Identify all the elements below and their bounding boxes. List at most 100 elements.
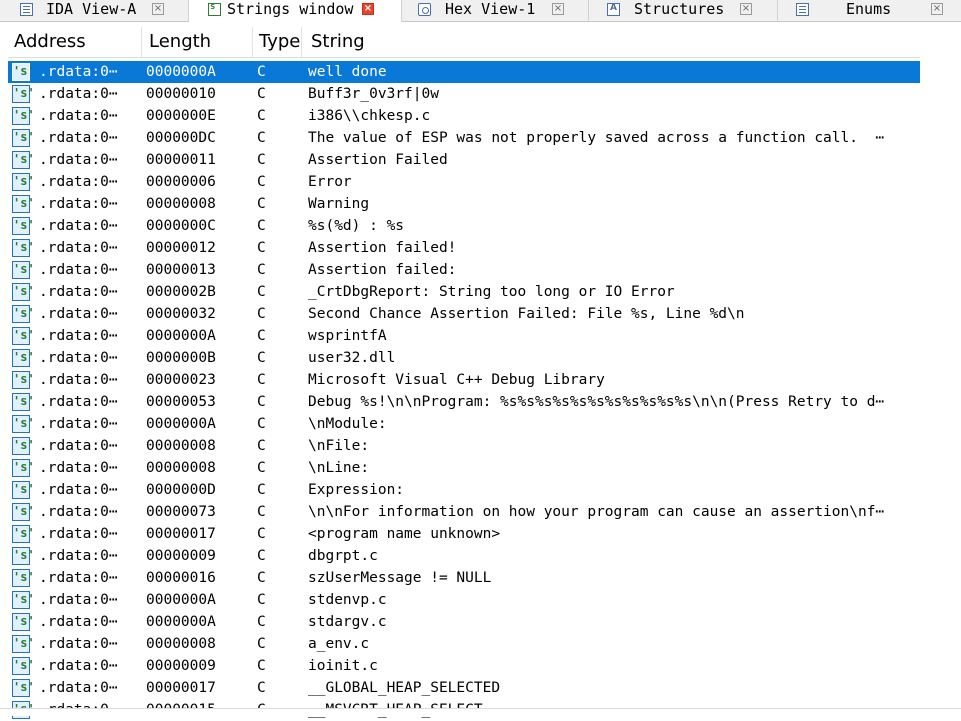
- cell-address: .rdata:0⋯: [39, 482, 118, 498]
- column-header-string[interactable]: String: [302, 27, 920, 57]
- table-row[interactable]: 's' .rdata:0⋯ 00000053 C Debug %s!\n\nProgra…: [8, 391, 920, 413]
- cell-string: \nFile:: [308, 438, 370, 454]
- tab-bar: IDA View-A × Strings window × Hex View-1…: [0, 0, 961, 22]
- table-row[interactable]: 's' .rdata:0⋯ 00000023 C Microsoft Visual C+…: [8, 369, 920, 391]
- close-icon[interactable]: ×: [740, 3, 752, 15]
- cell-string: Error: [308, 174, 352, 190]
- cell-address: .rdata:0⋯: [39, 218, 118, 234]
- table-row[interactable]: 's' .rdata:0⋯ 00000006 C Error: [8, 171, 920, 193]
- table-row[interactable]: 's' .rdata:0⋯ 0000000E Ci386\\chkesp.c: [8, 105, 920, 127]
- enums-icon: [796, 3, 809, 16]
- table-row[interactable]: 's' .rdata:0⋯ 000000DC C The value of ESP wa…: [8, 127, 920, 149]
- cell-type: C: [257, 86, 266, 102]
- table-row[interactable]: 's' .rdata:0⋯ 00000013 C Assertion failed:: [8, 259, 920, 281]
- table-row[interactable]: 's' .rdata:0⋯ 0000000A Cstdargv.c: [8, 611, 920, 633]
- string-type-icon: 's': [12, 415, 35, 433]
- string-type-icon: 's': [12, 283, 35, 301]
- table-row[interactable]: 's' .rdata:0⋯ 00000008 C \nFile:: [8, 435, 920, 457]
- table-row[interactable]: 's' .rdata:0⋯ 0000000C C %s(%d) : %s: [8, 215, 920, 237]
- string-type-icon: 's': [12, 107, 35, 125]
- close-icon[interactable]: ×: [152, 3, 164, 15]
- cell-length: 0000000A: [146, 328, 216, 344]
- strings-icon: [208, 2, 221, 16]
- hex-view-icon: [418, 3, 431, 16]
- string-type-icon: 's': [12, 305, 35, 323]
- column-header-address[interactable]: Address: [8, 27, 142, 57]
- cell-address: .rdata:0⋯: [39, 306, 118, 322]
- table-row[interactable]: 's' .rdata:0⋯ 0000000A Cwell done: [8, 61, 920, 83]
- cell-string: Debug %s!\n\nProgram: %s%s%s%s%s%s%s%s%s…: [308, 394, 885, 410]
- cell-length: 00000010: [146, 86, 216, 102]
- cell-type: C: [257, 680, 266, 696]
- close-icon[interactable]: ×: [931, 3, 943, 15]
- cell-string: \nLine:: [308, 460, 370, 476]
- table-row[interactable]: 's' .rdata:0⋯ 00000009 Cioinit.c: [8, 655, 920, 677]
- cell-length: 0000000B: [146, 350, 216, 366]
- string-type-icon: 's': [12, 547, 35, 565]
- cell-string: dbgrpt.c: [308, 548, 378, 564]
- table-row[interactable]: 's' .rdata:0⋯ 00000073 C \n\nFor information…: [8, 501, 920, 523]
- cell-type: C: [257, 240, 266, 256]
- table-row[interactable]: 's' .rdata:0⋯ 00000008 Ca_env.c: [8, 633, 920, 655]
- table-row[interactable]: 's' .rdata:0⋯ 00000017 C <program name unkno…: [8, 523, 920, 545]
- cell-string: szUserMessage != NULL: [308, 570, 492, 586]
- cell-address: .rdata:0⋯: [39, 328, 118, 344]
- cell-string: ioinit.c: [308, 658, 378, 674]
- string-type-icon: 's': [12, 657, 35, 675]
- cell-string: Assertion failed:: [308, 262, 457, 278]
- tab-label: Enums: [846, 0, 892, 18]
- table-row[interactable]: 's' .rdata:0⋯ 00000032 C Second Chance Asser…: [8, 303, 920, 325]
- table-row[interactable]: 's' .rdata:0⋯ 00000010 C Buff3r_0v3rf|0w: [8, 83, 920, 105]
- cell-string: <program name unknown>: [308, 526, 501, 542]
- cell-address: .rdata:0⋯: [39, 526, 118, 542]
- cell-type: C: [257, 218, 266, 234]
- table-row[interactable]: 's' .rdata:0⋯ 0000000D C Expression:: [8, 479, 920, 501]
- table-row[interactable]: 's' .rdata:0⋯ 00000016 CszUserMessage != NU…: [8, 567, 920, 589]
- table-row[interactable]: 's' .rdata:0⋯ 0000002B C _CrtDbgReport: Stri…: [8, 281, 920, 303]
- tab-ida-view-a[interactable]: IDA View-A ×: [0, 0, 189, 21]
- cell-length: 00000006: [146, 174, 216, 190]
- string-type-icon: 's': [12, 327, 35, 345]
- table-row[interactable]: 's' .rdata:0⋯ 00000012 C Assertion failed!: [8, 237, 920, 259]
- cell-type: C: [257, 438, 266, 454]
- table-row[interactable]: 's' .rdata:0⋯ 0000000A CwsprintfA: [8, 325, 920, 347]
- string-type-icon: 's': [12, 63, 35, 81]
- cell-string: well done: [308, 64, 387, 80]
- table-row[interactable]: 's' .rdata:0⋯ 00000008 C \nLine:: [8, 457, 920, 479]
- table-row[interactable]: 's' .rdata:0⋯ 00000011 C Assertion Failed: [8, 149, 920, 171]
- table-row[interactable]: 's' .rdata:0⋯ 00000017 C __GLOBAL_HEAP_SELEC…: [8, 677, 920, 699]
- cell-type: C: [257, 460, 266, 476]
- cell-type: C: [257, 548, 266, 564]
- cell-address: .rdata:0⋯: [39, 284, 118, 300]
- tab-label: Structures: [634, 0, 725, 18]
- column-header-type[interactable]: Type: [253, 27, 302, 57]
- cell-address: .rdata:0⋯: [39, 394, 118, 410]
- cell-string: Microsoft Visual C++ Debug Library: [308, 372, 605, 388]
- cell-type: C: [257, 306, 266, 322]
- close-icon[interactable]: ×: [552, 3, 564, 15]
- tab-structures[interactable]: Structures ×: [589, 0, 778, 21]
- cell-type: C: [257, 64, 266, 80]
- table-row[interactable]: 's' .rdata:0⋯ 00000008 C Warning: [8, 193, 920, 215]
- tab-enums[interactable]: Enums ×: [778, 0, 961, 21]
- cell-address: .rdata:0⋯: [39, 64, 118, 80]
- table-row[interactable]: 's' .rdata:0⋯ 0000000A C \nModule:: [8, 413, 920, 435]
- cell-length: 0000002B: [146, 284, 216, 300]
- string-type-icon: 's': [12, 393, 35, 411]
- column-header-length[interactable]: Length: [142, 27, 253, 57]
- cell-length: 00000023: [146, 372, 216, 388]
- table-row[interactable]: 's' .rdata:0⋯ 0000000B Cuser32.dll: [8, 347, 920, 369]
- table-row[interactable]: 's' .rdata:0⋯ 0000000A Cstdenvp.c: [8, 589, 920, 611]
- cell-address: .rdata:0⋯: [39, 592, 118, 608]
- cell-length: 00000011: [146, 152, 216, 168]
- string-type-icon: 's': [12, 129, 35, 147]
- cell-address: .rdata:0⋯: [39, 416, 118, 432]
- table-row[interactable]: 's' .rdata:0⋯ 00000009 Cdbgrpt.c: [8, 545, 920, 567]
- tab-strings-window[interactable]: Strings window ×: [189, 0, 402, 22]
- structures-icon: [607, 3, 620, 16]
- cell-type: C: [257, 196, 266, 212]
- cell-address: .rdata:0⋯: [39, 152, 118, 168]
- tab-hex-view-1[interactable]: Hex View-1 ×: [402, 0, 589, 21]
- cell-string: user32.dll: [308, 350, 396, 366]
- close-icon[interactable]: ×: [362, 3, 374, 15]
